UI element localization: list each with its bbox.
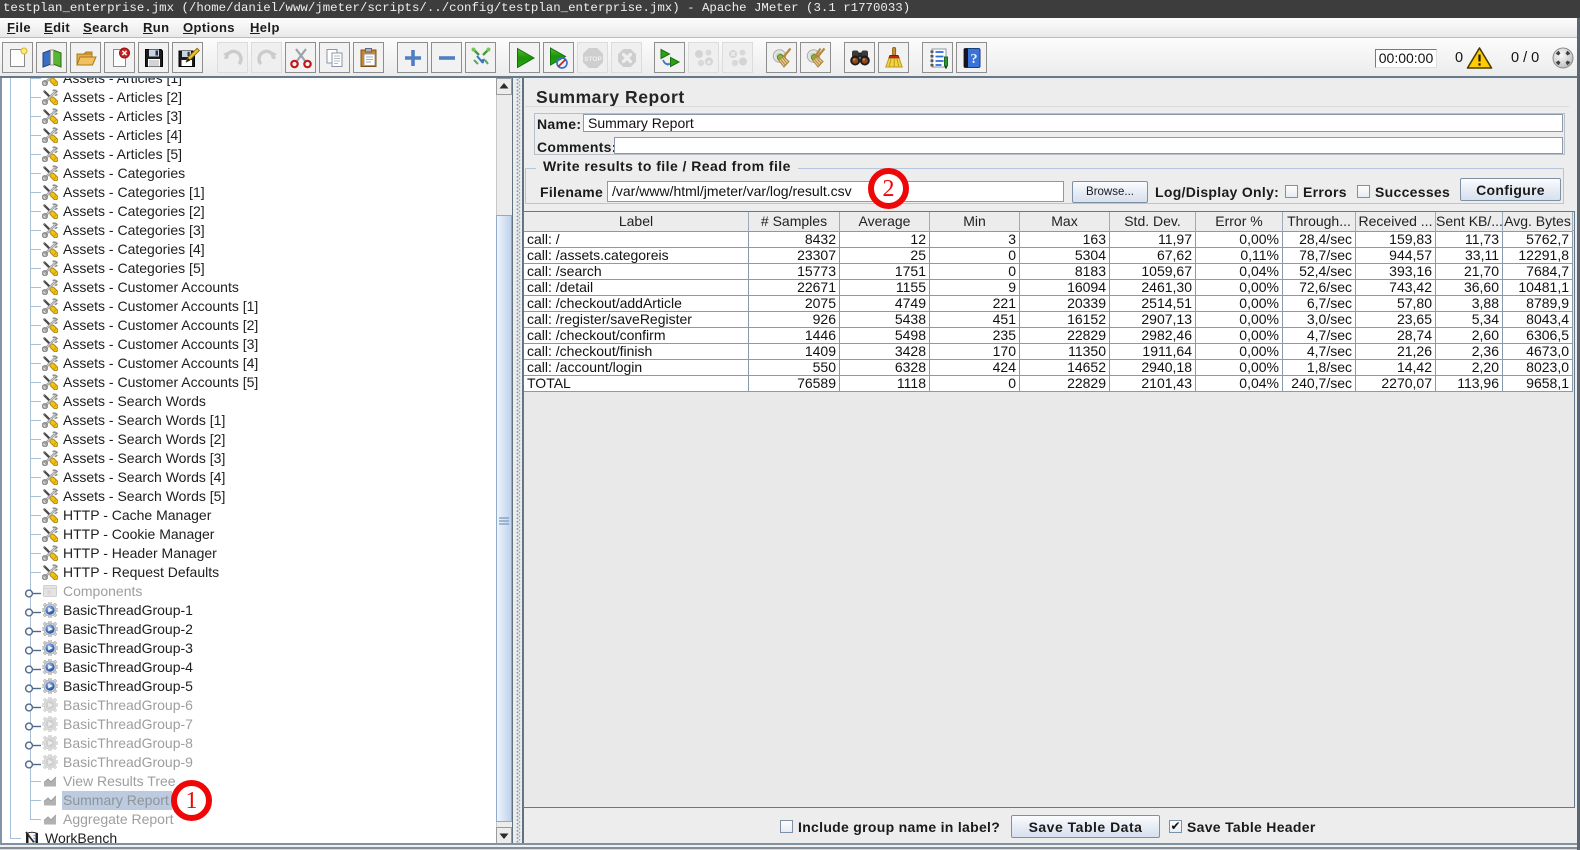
svg-text:STOP: STOP xyxy=(584,56,602,63)
svg-text:?: ? xyxy=(971,52,978,67)
svg-text:■: ■ xyxy=(707,60,711,66)
